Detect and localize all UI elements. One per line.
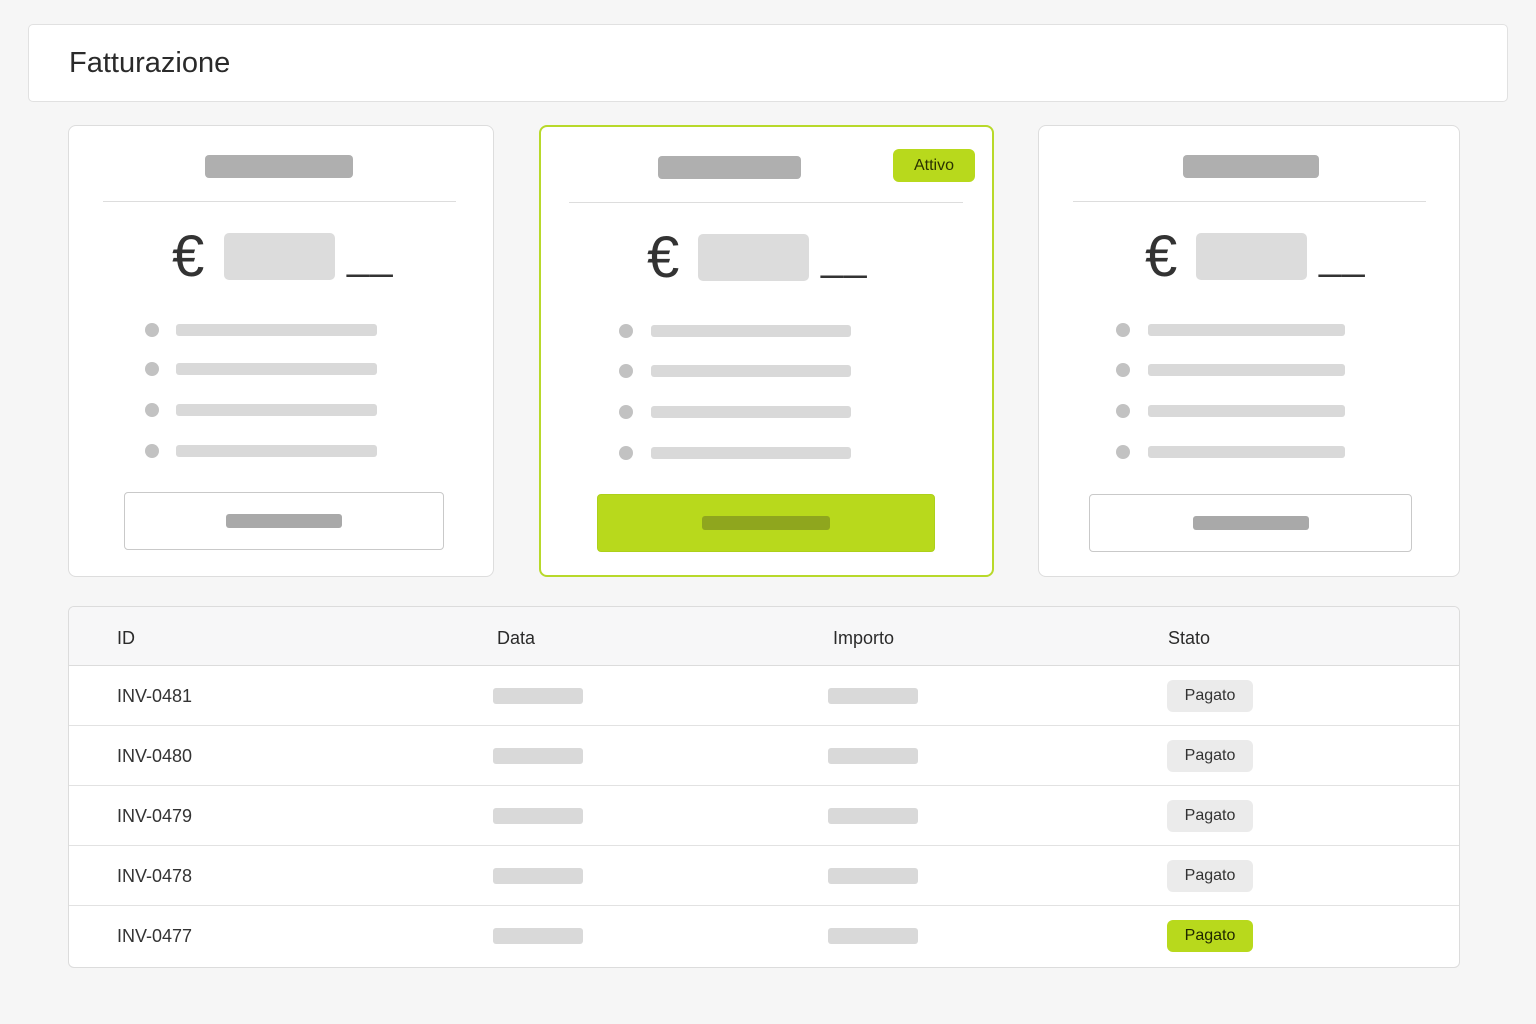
button-label-placeholder [1192,516,1309,530]
date-placeholder [493,748,583,764]
feature-item [541,405,992,425]
column-header-stato: Stato [1168,628,1211,648]
select-plan-button[interactable] [124,492,444,550]
currency-symbol: € [647,225,680,290]
feature-placeholder [1148,405,1345,417]
bullet-icon [145,362,159,376]
bullet-icon [1116,363,1130,377]
plan-card-3: € __ [1038,125,1460,577]
status-badge: Pagato [1167,920,1253,952]
table-row[interactable]: INV-0478 Pagato [69,846,1459,906]
status-badge: Pagato [1167,860,1253,892]
feature-item [541,364,992,384]
feature-item [1039,445,1459,465]
price-period: __ [821,235,868,279]
bullet-icon [1116,404,1130,418]
table-row[interactable]: INV-0477 Pagato [69,906,1459,966]
table-row[interactable]: INV-0479 Pagato [69,786,1459,846]
bullet-icon [1116,323,1130,337]
feature-item [541,324,992,344]
status-badge: Pagato [1167,800,1253,832]
price-period: __ [347,234,394,278]
feature-item [1039,363,1459,383]
table-row[interactable]: INV-0480 Pagato [69,726,1459,786]
feature-item [69,362,493,382]
feature-placeholder [176,363,377,375]
amount-placeholder [828,688,918,704]
column-header-data: Data [497,628,536,648]
current-plan-button[interactable] [597,494,935,552]
price-placeholder [224,233,335,280]
plan-card-1: € __ [68,125,494,577]
invoice-id: INV-0478 [117,866,193,886]
invoices-table: ID Data Importo Stato INV-0481 Pagato IN… [68,606,1460,968]
date-placeholder [493,808,583,824]
status-badge: Pagato [1167,740,1253,772]
divider [1073,201,1426,202]
date-placeholder [493,688,583,704]
feature-placeholder [176,404,377,416]
feature-item [1039,323,1459,343]
button-label-placeholder [226,514,342,528]
feature-placeholder [1148,446,1345,458]
feature-placeholder [1148,324,1345,336]
invoice-id: INV-0479 [117,806,193,826]
currency-symbol: € [1145,224,1178,289]
plan-card-2: Attivo € __ [539,125,994,577]
feature-placeholder [1148,364,1345,376]
invoice-id: INV-0477 [117,926,193,946]
feature-item [69,323,493,343]
table-row[interactable]: INV-0481 Pagato [69,666,1459,726]
divider [569,202,963,203]
bullet-icon [145,323,159,337]
feature-item [541,446,992,466]
plan-name-placeholder [1183,155,1319,178]
bullet-icon [145,403,159,417]
amount-placeholder [828,748,918,764]
price-placeholder [698,234,809,281]
plan-name-placeholder [205,155,353,178]
plans-section: € __ Attivo € __ € __ [0,0,1536,600]
amount-placeholder [828,868,918,884]
invoice-id: INV-0480 [117,746,193,766]
feature-item [69,403,493,423]
active-badge: Attivo [893,149,975,182]
bullet-icon [619,324,633,338]
bullet-icon [145,444,159,458]
feature-placeholder [651,365,851,377]
currency-symbol: € [172,224,205,289]
select-plan-button[interactable] [1089,494,1412,552]
amount-placeholder [828,808,918,824]
button-label-placeholder [702,516,830,530]
invoice-id: INV-0481 [117,686,193,706]
divider [103,201,456,202]
amount-placeholder [828,928,918,944]
column-header-id: ID [117,628,135,648]
feature-placeholder [176,445,377,457]
table-header: ID Data Importo Stato [69,607,1459,666]
feature-placeholder [651,325,851,337]
bullet-icon [619,364,633,378]
bullet-icon [1116,445,1130,459]
column-header-importo: Importo [833,628,895,648]
price-period: __ [1319,234,1366,278]
feature-placeholder [176,324,377,336]
status-badge: Pagato [1167,680,1253,712]
feature-placeholder [651,447,851,459]
bullet-icon [619,446,633,460]
date-placeholder [493,928,583,944]
bullet-icon [619,405,633,419]
price-placeholder [1196,233,1307,280]
feature-placeholder [651,406,851,418]
plan-name-placeholder [658,156,801,179]
feature-item [69,444,493,464]
date-placeholder [493,868,583,884]
feature-item [1039,404,1459,424]
